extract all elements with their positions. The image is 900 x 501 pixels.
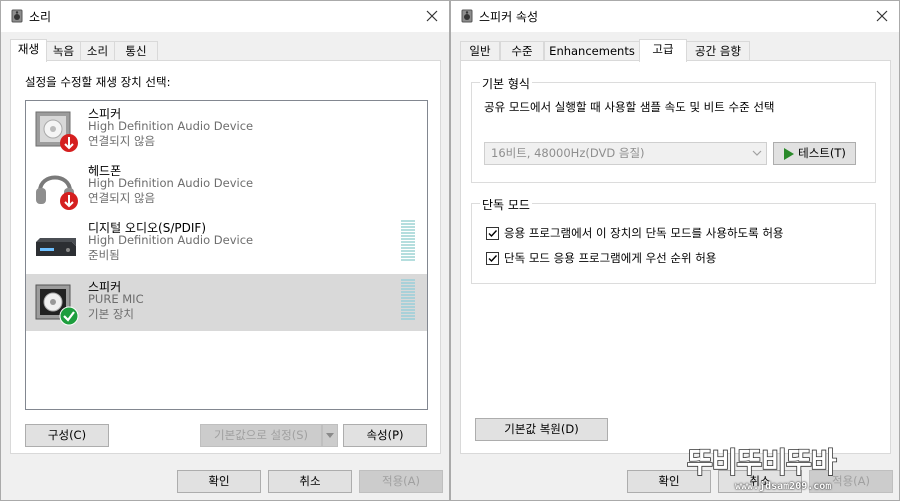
checkmark-icon: [488, 254, 498, 262]
test-button[interactable]: 테스트(T): [773, 142, 856, 165]
play-icon: [784, 147, 795, 160]
svg-text:뚜비뚜비뚜바: 뚜비뚜비뚜바: [687, 446, 837, 477]
sound-dialog: 소리 재생 녹음 소리 통신 설정을 수정할 재생 장치 선택: 스피커 Hig…: [0, 0, 450, 501]
device-description: High Definition Audio Device: [88, 233, 254, 247]
site-watermark: 뚜비뚜비뚜바 www.jdsam209.com: [685, 443, 895, 499]
window-title: 스피커 속성: [479, 10, 539, 24]
checkbox[interactable]: [486, 226, 499, 240]
configure-button[interactable]: 구성(C): [25, 424, 109, 447]
close-button[interactable]: [415, 1, 449, 31]
tab-spatial-sound[interactable]: 공간 음향: [686, 41, 750, 61]
format-description: 공유 모드에서 실행할 때 사용할 샘플 속도 및 비트 수준 선택: [484, 100, 775, 114]
volume-meter: [401, 279, 415, 323]
close-icon: [876, 10, 888, 22]
tab-playback[interactable]: 재생: [10, 39, 47, 62]
checkbox[interactable]: [486, 251, 499, 265]
ok-button[interactable]: 확인: [177, 470, 261, 493]
device-status: 연결되지 않음: [88, 191, 156, 205]
device-row[interactable]: 헤드폰 High Definition Audio Device 연결되지 않음: [26, 158, 427, 215]
format-selected-value: 16비트, 48000Hz(DVD 음질): [491, 146, 645, 160]
headphones-icon: [36, 175, 78, 210]
volume-meter: [401, 220, 415, 264]
set-default-button[interactable]: 기본값으로 설정(S): [200, 424, 322, 447]
device-row[interactable]: 스피커 High Definition Audio Device 연결되지 않음: [26, 101, 427, 158]
tab-enhancements[interactable]: Enhancements: [544, 41, 640, 61]
device-description: High Definition Audio Device: [88, 119, 254, 133]
watermark-url: www.jdsam209.com: [735, 481, 832, 492]
exclusive-priority-checkbox[interactable]: 단독 모드 응용 프로그램에게 우선 순위 허용: [486, 250, 716, 266]
device-status: 준비됨: [88, 248, 120, 262]
restore-defaults-button[interactable]: 기본값 복원(D): [475, 418, 608, 441]
tab-advanced[interactable]: 고급: [639, 39, 687, 62]
chevron-down-icon: [752, 150, 762, 156]
tab-general[interactable]: 일반: [460, 41, 500, 61]
set-default-dropdown[interactable]: [322, 424, 338, 447]
tab-communications[interactable]: 통신: [114, 41, 158, 61]
device-description: High Definition Audio Device: [88, 176, 254, 190]
speaker-properties-dialog: 스피커 속성 일반 수준 Enhancements 고급 공간 음향 기본 형식…: [450, 0, 900, 501]
speaker-icon: [35, 111, 78, 152]
tab-levels[interactable]: 수준: [500, 41, 544, 61]
format-select[interactable]: 16비트, 48000Hz(DVD 음질): [484, 142, 767, 165]
playback-panel: 설정을 수정할 재생 장치 선택: 스피커 High Definition Au…: [10, 60, 441, 454]
watermark-logo: 뚜비뚜비뚜바: [686, 445, 838, 477]
spdif-device-icon: [36, 238, 76, 256]
tab-recording[interactable]: 녹음: [46, 41, 81, 61]
speaker-icon: [35, 284, 79, 326]
instruction-text: 설정을 수정할 재생 장치 선택:: [25, 75, 171, 89]
exclusive-mode-group: 단독 모드 응용 프로그램에서 이 장치의 단독 모드를 사용하도록 허용 단독…: [471, 196, 876, 284]
title-bar[interactable]: 소리: [1, 1, 449, 32]
speaker-title-icon: [11, 9, 23, 23]
device-status: 연결되지 않음: [88, 134, 156, 148]
device-row[interactable]: 디지털 오디오(S/PDIF) High Definition Audio De…: [26, 215, 427, 272]
test-button-label: 테스트(T): [798, 146, 846, 160]
checkmark-icon: [488, 229, 498, 237]
device-description: PURE MIC: [88, 292, 144, 306]
apply-button[interactable]: 적용(A): [359, 470, 443, 493]
allow-exclusive-checkbox[interactable]: 응용 프로그램에서 이 장치의 단독 모드를 사용하도록 허용: [486, 225, 784, 241]
device-status: 기본 장치: [88, 307, 134, 321]
cancel-button[interactable]: 취소: [268, 470, 352, 493]
window-title: 소리: [29, 10, 52, 24]
speaker-title-icon: [461, 9, 473, 23]
checkbox-label: 응용 프로그램에서 이 장치의 단독 모드를 사용하도록 허용: [504, 226, 784, 240]
tab-sounds[interactable]: 소리: [80, 41, 115, 61]
properties-button[interactable]: 속성(P): [343, 424, 427, 447]
default-format-group: 기본 형식 공유 모드에서 실행할 때 사용할 샘플 속도 및 비트 수준 선택…: [471, 75, 876, 183]
close-icon: [426, 10, 438, 22]
chevron-down-icon: [326, 433, 334, 438]
device-list[interactable]: 스피커 High Definition Audio Device 연결되지 않음…: [25, 100, 428, 410]
group-title: 기본 형식: [480, 75, 532, 92]
close-button[interactable]: [865, 1, 899, 31]
advanced-panel: 기본 형식 공유 모드에서 실행할 때 사용할 샘플 속도 및 비트 수준 선택…: [460, 60, 891, 454]
title-bar[interactable]: 스피커 속성: [451, 1, 899, 32]
device-row-selected[interactable]: 스피커 PURE MIC 기본 장치: [26, 274, 427, 331]
checkbox-label: 단독 모드 응용 프로그램에게 우선 순위 허용: [504, 251, 717, 265]
group-title: 단독 모드: [480, 196, 532, 213]
